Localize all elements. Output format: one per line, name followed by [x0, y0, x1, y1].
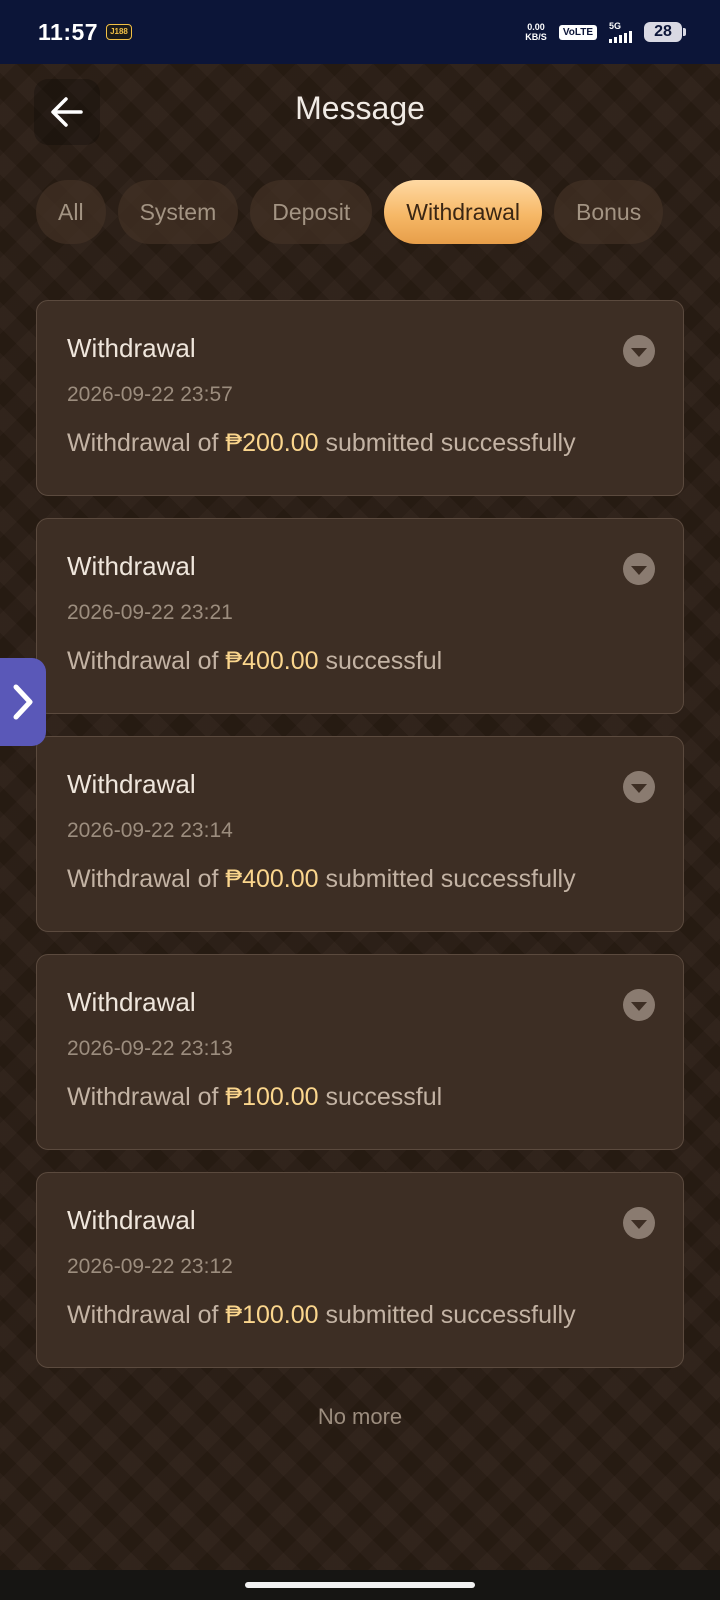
message-title: Withdrawal [67, 551, 196, 581]
message-title: Withdrawal [67, 1205, 196, 1235]
page-title: Message [295, 90, 425, 126]
chevron-right-icon [13, 684, 33, 720]
chevron-down-icon[interactable] [623, 771, 655, 803]
network-type: 5G [609, 21, 622, 31]
battery-icon: 28 [644, 22, 686, 42]
message-body: Withdrawal of ₱100.00 submitted successf… [67, 1301, 576, 1330]
volte-icon: VoLTE [558, 24, 597, 40]
message-prefix: Withdrawal of [67, 647, 226, 675]
header: Message [0, 64, 720, 156]
message-title: Withdrawal [67, 769, 196, 799]
message-card[interactable]: Withdrawal 2026-09-22 23:13 Withdrawal o… [36, 954, 684, 1150]
network-speed-value: 0.00 [527, 22, 545, 32]
chevron-down-icon[interactable] [623, 553, 655, 585]
message-card[interactable]: Withdrawal 2026-09-22 23:14 Withdrawal o… [36, 736, 684, 932]
message-suffix: submitted successfully [318, 865, 576, 893]
tab-withdrawal[interactable]: Withdrawal [384, 180, 542, 244]
chevron-down-icon[interactable] [623, 989, 655, 1021]
tab-bonus[interactable]: Bonus [554, 180, 664, 244]
message-prefix: Withdrawal of [67, 865, 226, 893]
message-suffix: submitted successfully [318, 1301, 576, 1329]
message-title: Withdrawal [67, 987, 196, 1017]
home-indicator[interactable] [245, 1582, 475, 1588]
message-suffix: successful [318, 647, 443, 675]
message-body: Withdrawal of ₱400.00 submitted successf… [67, 865, 576, 894]
tab-bar: All System Deposit Withdrawal Bonus [36, 180, 664, 244]
network-speed: 0.00 KB/S [525, 22, 547, 42]
message-body: Withdrawal of ₱200.00 submitted successf… [67, 429, 576, 458]
battery-level: 28 [654, 23, 672, 40]
signal-icon: 5G [609, 21, 632, 43]
message-prefix: Withdrawal of [67, 429, 226, 457]
app-badge-icon: J188 [106, 24, 132, 40]
no-more-label: No more [317, 1404, 403, 1429]
message-title: Withdrawal [67, 333, 196, 363]
message-prefix: Withdrawal of [67, 1301, 226, 1329]
network-speed-unit: KB/S [525, 32, 547, 42]
message-list: Withdrawal 2026-09-22 23:57 Withdrawal o… [36, 300, 684, 1390]
message-amount: ₱100.00 [225, 1301, 319, 1329]
message-body: Withdrawal of ₱100.00 successful [67, 1083, 442, 1112]
tab-deposit[interactable]: Deposit [250, 180, 373, 244]
status-time: 11:57 [38, 18, 99, 45]
message-suffix: submitted successfully [318, 429, 576, 457]
message-body: Withdrawal of ₱400.00 successful [67, 647, 442, 676]
message-time: 2026-09-22 23:21 [67, 601, 233, 624]
message-amount: ₱200.00 [225, 429, 319, 457]
system-nav-bar [0, 1570, 720, 1600]
message-card[interactable]: Withdrawal 2026-09-22 23:21 Withdrawal o… [36, 518, 684, 714]
message-card[interactable]: Withdrawal 2026-09-22 23:12 Withdrawal o… [36, 1172, 684, 1368]
message-amount: ₱100.00 [225, 1083, 319, 1111]
status-bar: 11:57 J188 0.00 KB/S VoLTE 5G 28 [0, 0, 720, 64]
message-time: 2026-09-22 23:57 [67, 383, 233, 406]
tab-system[interactable]: System [117, 180, 239, 244]
message-suffix: successful [318, 1083, 443, 1111]
message-time: 2026-09-22 23:13 [67, 1037, 233, 1060]
message-time: 2026-09-22 23:14 [67, 819, 233, 842]
chevron-down-icon[interactable] [623, 335, 655, 367]
tab-all[interactable]: All [36, 180, 106, 244]
message-amount: ₱400.00 [225, 647, 319, 675]
message-amount: ₱400.00 [225, 865, 319, 893]
message-prefix: Withdrawal of [67, 1083, 226, 1111]
message-card[interactable]: Withdrawal 2026-09-22 23:57 Withdrawal o… [36, 300, 684, 496]
chevron-down-icon[interactable] [623, 1207, 655, 1239]
side-drawer-handle[interactable] [0, 658, 46, 746]
message-time: 2026-09-22 23:12 [67, 1255, 233, 1278]
